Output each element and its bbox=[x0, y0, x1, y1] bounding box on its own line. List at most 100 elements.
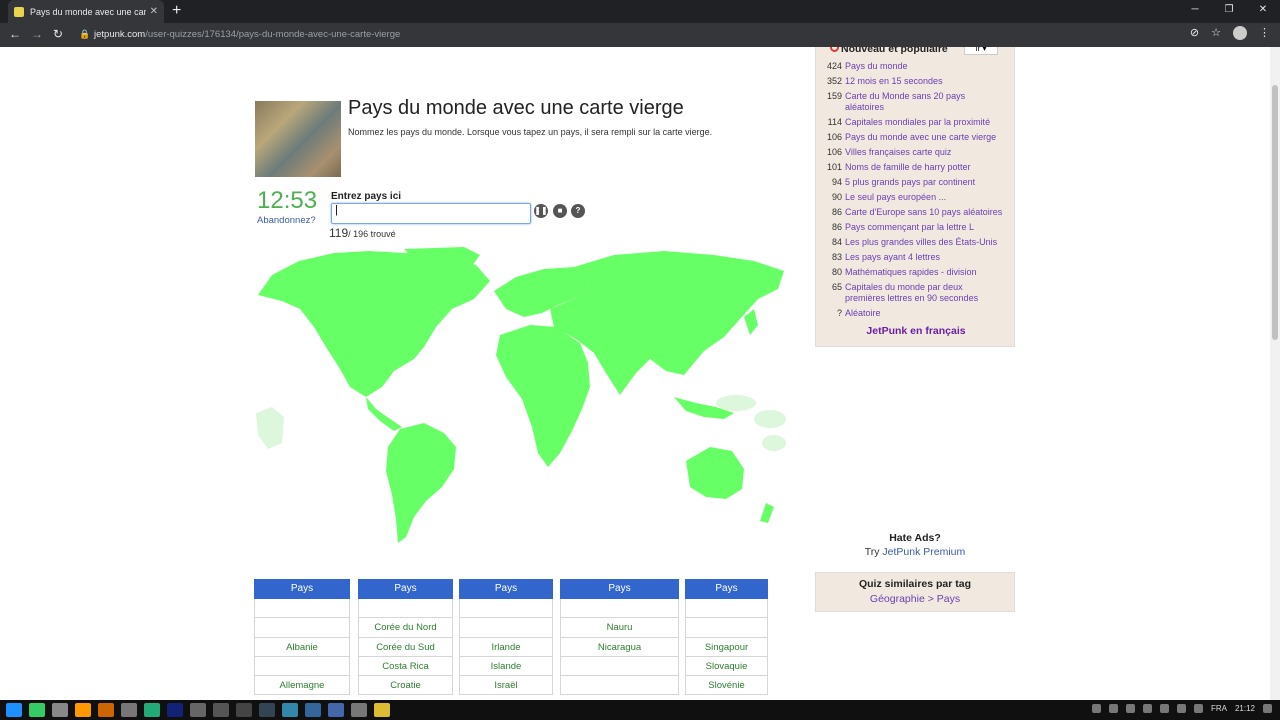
answer-cell bbox=[254, 656, 350, 677]
quiz-link[interactable]: Capitales du monde par deux premières le… bbox=[845, 282, 1005, 304]
popular-quiz-item[interactable]: 352 12 mois en 15 secondes bbox=[816, 74, 1016, 89]
calculator-icon[interactable] bbox=[121, 703, 137, 717]
start-icon[interactable] bbox=[6, 703, 22, 717]
popular-quiz-item[interactable]: 83 Les pays ayant 4 lettres bbox=[816, 250, 1016, 265]
quiz-link[interactable]: Les plus grandes villes des États-Unis bbox=[845, 237, 1005, 248]
app-icon-8[interactable] bbox=[328, 703, 344, 717]
quiz-link[interactable]: Carte d'Europe sans 10 pays aléatoires bbox=[845, 207, 1005, 218]
popular-quiz-item[interactable]: 94 5 plus grands pays par continent bbox=[816, 175, 1016, 190]
scrollbar-thumb[interactable] bbox=[1272, 85, 1278, 340]
similar-tag-path[interactable]: Géographie > Pays bbox=[816, 593, 1014, 605]
menu-dots-icon[interactable]: ⋮ bbox=[1259, 26, 1270, 40]
premium-link[interactable]: JetPunk Premium bbox=[882, 546, 965, 558]
answer-cell bbox=[685, 618, 768, 638]
stop-icon[interactable]: ■ bbox=[553, 204, 567, 218]
quiz-link[interactable]: 5 plus grands pays par continent bbox=[845, 177, 1005, 188]
file-explorer-icon[interactable] bbox=[374, 703, 390, 717]
popular-quiz-item[interactable]: 80 Mathématiques rapides - division bbox=[816, 265, 1016, 280]
page-scrollbar[interactable] bbox=[1270, 47, 1280, 700]
popular-quiz-item[interactable]: 84 Les plus grandes villes des États-Unis bbox=[816, 235, 1016, 250]
app-icon-5[interactable] bbox=[236, 703, 252, 717]
restore-icon[interactable]: ❐ bbox=[1212, 0, 1246, 23]
forward-arrow-icon[interactable]: → bbox=[31, 27, 43, 41]
notepad-icon[interactable] bbox=[52, 703, 68, 717]
reload-icon[interactable]: ↻ bbox=[53, 27, 63, 41]
volume-icon[interactable] bbox=[1193, 704, 1203, 713]
answer-cell bbox=[459, 618, 553, 638]
quiz-link[interactable]: Pays du monde bbox=[845, 61, 1005, 72]
quiz-link[interactable]: Le seul pays européen ... bbox=[845, 192, 1005, 203]
clock[interactable]: 21:12 bbox=[1235, 704, 1255, 713]
close-window-icon[interactable]: ✕ bbox=[1246, 0, 1280, 23]
popular-quiz-item[interactable]: 90 Le seul pays européen ... bbox=[816, 190, 1016, 205]
give-up-link[interactable]: Abandonnez? bbox=[257, 215, 316, 226]
pause-icon[interactable]: ❚❚ bbox=[534, 204, 548, 218]
answer-cell: Croatie bbox=[358, 676, 453, 696]
tray-icon-5[interactable] bbox=[1159, 704, 1169, 713]
quiz-link[interactable]: Mathématiques rapides - division bbox=[845, 267, 1005, 278]
play-count: 101 bbox=[826, 162, 842, 172]
toolbar-icons: ⊘ ☆ ⋮ bbox=[1190, 26, 1270, 40]
quiz-description: Nommez les pays du monde. Lorsque vous t… bbox=[348, 127, 713, 137]
app-icon-9[interactable] bbox=[351, 703, 367, 717]
tray-icon-6[interactable] bbox=[1176, 704, 1186, 713]
popular-quiz-item[interactable]: 86 Carte d'Europe sans 10 pays aléatoires bbox=[816, 205, 1016, 220]
photoshop-icon[interactable] bbox=[167, 703, 183, 717]
url-host: jetpunk.com bbox=[94, 29, 146, 40]
bookmark-star-icon[interactable]: ☆ bbox=[1211, 26, 1221, 40]
address-bar[interactable]: jetpunk.com/user-quizzes/176134/pays-du-… bbox=[94, 29, 400, 40]
tray-icon-4[interactable] bbox=[1142, 704, 1152, 713]
popular-quiz-item[interactable]: ? Aléatoire bbox=[816, 306, 1016, 321]
quiz-link[interactable]: Noms de famille de harry potter bbox=[845, 162, 1005, 173]
answer-cell bbox=[254, 618, 350, 638]
popular-quiz-item[interactable]: 106 Villes françaises carte quiz bbox=[816, 145, 1016, 160]
popular-quiz-item[interactable]: 106 Pays du monde avec une carte vierge bbox=[816, 130, 1016, 145]
quiz-link[interactable]: Pays commençant par la lettre L bbox=[845, 222, 1005, 233]
popular-quiz-item[interactable]: 159 Carte du Monde sans 20 pays aléatoire… bbox=[816, 89, 1016, 115]
tray-icon-3[interactable] bbox=[1125, 704, 1135, 713]
tray-icon-1[interactable] bbox=[1091, 704, 1101, 713]
quiz-link[interactable]: 12 mois en 15 secondes bbox=[845, 76, 1005, 87]
unity-icon[interactable] bbox=[190, 703, 206, 717]
answer-input[interactable]: | bbox=[331, 203, 531, 224]
tray-icon-2[interactable] bbox=[1108, 704, 1118, 713]
popular-quiz-item[interactable]: 424 Pays du monde bbox=[816, 59, 1016, 74]
answer-cell bbox=[685, 599, 768, 619]
steam-icon[interactable] bbox=[259, 703, 275, 717]
popular-quiz-item[interactable]: 101 Noms de famille de harry potter bbox=[816, 160, 1016, 175]
play-count: 352 bbox=[826, 76, 842, 86]
new-tab-button[interactable]: + bbox=[172, 2, 181, 20]
browser-tab[interactable]: Pays du monde avec une carte vi ✕ bbox=[8, 0, 164, 23]
back-arrow-icon[interactable]: ← bbox=[9, 27, 21, 41]
quiz-link[interactable]: Les pays ayant 4 lettres bbox=[845, 252, 1005, 263]
popular-quiz-item[interactable]: 86 Pays commençant par la lettre L bbox=[816, 220, 1016, 235]
lock-icon[interactable]: 🔒 bbox=[79, 29, 90, 40]
app-icon-6[interactable] bbox=[282, 703, 298, 717]
app-icon-1[interactable] bbox=[75, 703, 91, 717]
input-language[interactable]: FRA bbox=[1211, 704, 1227, 713]
app-icon-7[interactable] bbox=[305, 703, 321, 717]
minimize-icon[interactable]: ─ bbox=[1178, 0, 1212, 23]
quiz-link[interactable]: Carte du Monde sans 20 pays aléatoires bbox=[845, 91, 1005, 113]
app-icon-3[interactable] bbox=[144, 703, 160, 717]
quiz-link[interactable]: Villes françaises carte quiz bbox=[845, 147, 1005, 158]
quiz-link[interactable]: Capitales mondiales par la proximité bbox=[845, 117, 1005, 128]
popular-quiz-item[interactable]: 65 Capitales du monde par deux premières … bbox=[816, 280, 1016, 306]
app-icon-2[interactable] bbox=[98, 703, 114, 717]
quiz-link[interactable]: Aléatoire bbox=[845, 308, 1005, 319]
play-count: 159 bbox=[826, 91, 842, 101]
tab-close-icon[interactable]: ✕ bbox=[150, 6, 158, 17]
help-icon[interactable]: ? bbox=[571, 204, 585, 218]
play-count: 86 bbox=[831, 207, 842, 217]
blocked-icon[interactable]: ⊘ bbox=[1190, 26, 1199, 40]
quiz-link[interactable]: Pays du monde avec une carte vierge bbox=[845, 132, 1005, 143]
language-select[interactable]: fr ▾ bbox=[964, 47, 998, 55]
popular-badge-icon bbox=[830, 47, 839, 52]
app-icon-4[interactable] bbox=[213, 703, 229, 717]
answer-cell bbox=[254, 599, 350, 619]
notifications-icon[interactable] bbox=[1263, 704, 1272, 713]
jetpunk-french-link[interactable]: JetPunk en français bbox=[816, 325, 1016, 337]
profile-avatar[interactable] bbox=[1233, 26, 1247, 40]
chrome-icon[interactable] bbox=[29, 703, 45, 717]
popular-quiz-item[interactable]: 114 Capitales mondiales par la proximité bbox=[816, 115, 1016, 130]
